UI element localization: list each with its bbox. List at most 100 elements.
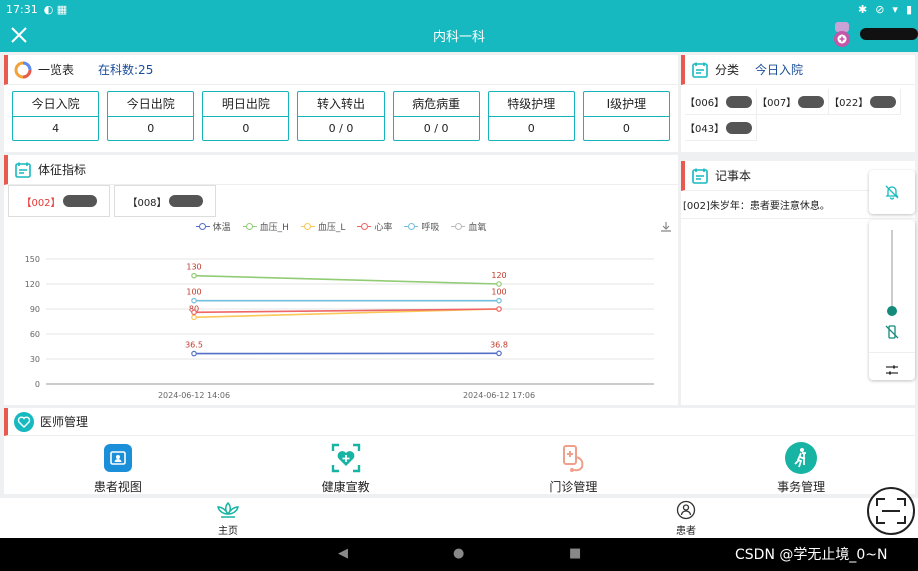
nav-label: 患者视图 — [93, 480, 142, 494]
data-point — [191, 309, 197, 316]
patient-tab[interactable]: 患者 — [676, 500, 696, 537]
doctor-avatar-icon[interactable] — [832, 22, 852, 48]
volume-slider[interactable] — [882, 230, 902, 320]
mute-icon: ⊘ — [875, 2, 885, 16]
legend-item[interactable]: 血压_L — [300, 220, 346, 233]
vitals-header: 体征指标 — [4, 155, 678, 185]
overview-title: 一览表 — [38, 63, 75, 77]
data-point — [191, 314, 197, 321]
redacted-name — [798, 95, 825, 108]
home-circle-icon[interactable]: ● — [453, 546, 464, 561]
y-tick-label: 0 — [35, 380, 40, 389]
legend-label: 血压_L — [317, 222, 346, 233]
volume-panel — [869, 220, 915, 380]
stat-value: 4 — [52, 121, 60, 135]
overview-panel: 一览表 在科数:25 今日入院 4 今日出院 0 明日出院 0 转入转出 0 / 0 病… — [4, 55, 678, 152]
legend-item[interactable]: 呼吸 — [404, 220, 439, 233]
redacted-name — [726, 121, 753, 134]
legend-swatch — [300, 222, 315, 230]
legend-item[interactable]: 体温 — [195, 220, 231, 233]
vibrate-off-icon[interactable] — [884, 324, 900, 340]
battery-icon: ▮ — [905, 2, 912, 16]
patient-view-button[interactable]: 患者视图 — [43, 442, 193, 495]
stat-level1-care[interactable]: I级护理 0 — [582, 91, 670, 141]
health-education-icon — [330, 442, 362, 474]
stat-value: 0 / 0 — [328, 121, 354, 135]
legend-item[interactable]: 血压_H — [242, 220, 289, 233]
stat-label: 转入转出 — [298, 92, 384, 117]
data-point — [496, 350, 502, 357]
y-tick-label: 90 — [30, 305, 40, 314]
home-lotus-icon — [217, 501, 239, 518]
stat-today-discharge[interactable]: 今日出院 0 — [107, 91, 195, 141]
nav-label: 门诊管理 — [549, 480, 598, 494]
vitals-chart: 体温 血压_H 血压_L 心率 呼吸 血氧 0 30 60 90 120 150 2024-06-12… — [4, 217, 678, 405]
stat-value: 0 — [622, 121, 630, 135]
download-icon[interactable] — [660, 221, 672, 233]
scan-button[interactable] — [867, 487, 915, 535]
legend-item[interactable]: 心率 — [357, 220, 392, 233]
y-tick-label: 120 — [25, 280, 40, 289]
category-title: 分类 — [715, 63, 740, 77]
legend-label: 血氧 — [468, 222, 487, 233]
mute-toggle[interactable] — [869, 170, 915, 214]
chart-plot: 0 30 60 90 120 150 2024-06-12 14:06 2024-06-12 … — [25, 255, 654, 400]
health-education-button[interactable]: 健康宣教 — [271, 442, 421, 495]
affairs-button[interactable]: 事务管理 — [726, 442, 876, 495]
doctor-nav: 患者视图 健康宣教 门诊管理 事务管理 — [4, 436, 915, 495]
chart-legend: 体温 血压_H 血压_L 心率 呼吸 血氧 — [4, 217, 678, 235]
patient-person-icon — [676, 500, 696, 520]
data-point — [496, 306, 502, 312]
patient-tab-002[interactable]: 【002】 — [8, 185, 110, 217]
bed-code: 【006】 — [685, 98, 725, 109]
data-label: 36.5 — [185, 341, 203, 350]
bed-code: 【007】 — [757, 98, 797, 109]
patient-tab-008[interactable]: 【008】 — [114, 185, 216, 217]
home-tab[interactable]: 主页 — [216, 500, 240, 537]
data-point — [191, 297, 197, 304]
bed-item[interactable]: 【043】 — [685, 115, 758, 141]
close-icon[interactable] — [2, 18, 36, 52]
recents-icon[interactable]: ■ — [569, 546, 581, 561]
page-title: 内科一科 — [432, 29, 485, 45]
data-label: 130 — [186, 263, 201, 272]
stat-value: 0 — [147, 121, 155, 135]
stat-special-care[interactable]: 特级护理 0 — [487, 91, 575, 141]
patient-view-icon — [102, 442, 134, 474]
stat-today-admit[interactable]: 今日入院 4 — [12, 91, 100, 141]
outpatient-icon — [557, 442, 589, 474]
legend-swatch — [404, 222, 419, 230]
bed-item[interactable]: 【022】 — [829, 89, 902, 115]
legend-item[interactable]: 血氧 — [451, 220, 486, 233]
stat-value: 0 / 0 — [423, 121, 449, 135]
bed-item[interactable]: 【006】 — [685, 89, 758, 115]
stat-label: 明日出院 — [203, 92, 289, 117]
heart-icon — [14, 411, 34, 432]
doctor-header: 医师管理 — [4, 408, 915, 436]
doctor-panel: 医师管理 患者视图 健康宣教 门诊管理 事务管理 — [4, 408, 915, 494]
sliders-icon[interactable] — [885, 363, 899, 377]
stat-tomorrow-discharge[interactable]: 明日出院 0 — [202, 91, 290, 141]
scan-icon — [876, 498, 906, 524]
series-line — [193, 274, 500, 285]
redacted-name — [870, 95, 897, 108]
stat-critical[interactable]: 病危病重 0 / 0 — [392, 91, 480, 141]
legend-swatch — [451, 222, 466, 230]
notification-icon: ◐ ▦ — [43, 2, 68, 16]
back-icon[interactable]: ◀ — [338, 546, 348, 561]
bed-item[interactable]: 【007】 — [757, 89, 830, 115]
tab-code: 【008】 — [127, 197, 167, 209]
x-tick-label: 2024-06-12 14:06 — [158, 391, 230, 400]
x-tick-label: 2024-06-12 17:06 — [463, 391, 535, 400]
bluetooth-icon: ✱ — [857, 2, 868, 16]
nav-label: 健康宣教 — [321, 480, 370, 494]
outpatient-button[interactable]: 门诊管理 — [498, 442, 648, 495]
y-tick-label: 60 — [30, 330, 40, 339]
stat-label: 今日出院 — [108, 92, 194, 117]
nav-label: 事务管理 — [777, 480, 826, 494]
stat-transfer[interactable]: 转入转出 0 / 0 — [297, 91, 385, 141]
watermark: CSDN @学无止境_0~N — [735, 547, 888, 563]
redacted-name — [62, 195, 97, 207]
category-selected[interactable]: 今日入院 — [755, 61, 803, 78]
redacted-username — [860, 28, 918, 40]
